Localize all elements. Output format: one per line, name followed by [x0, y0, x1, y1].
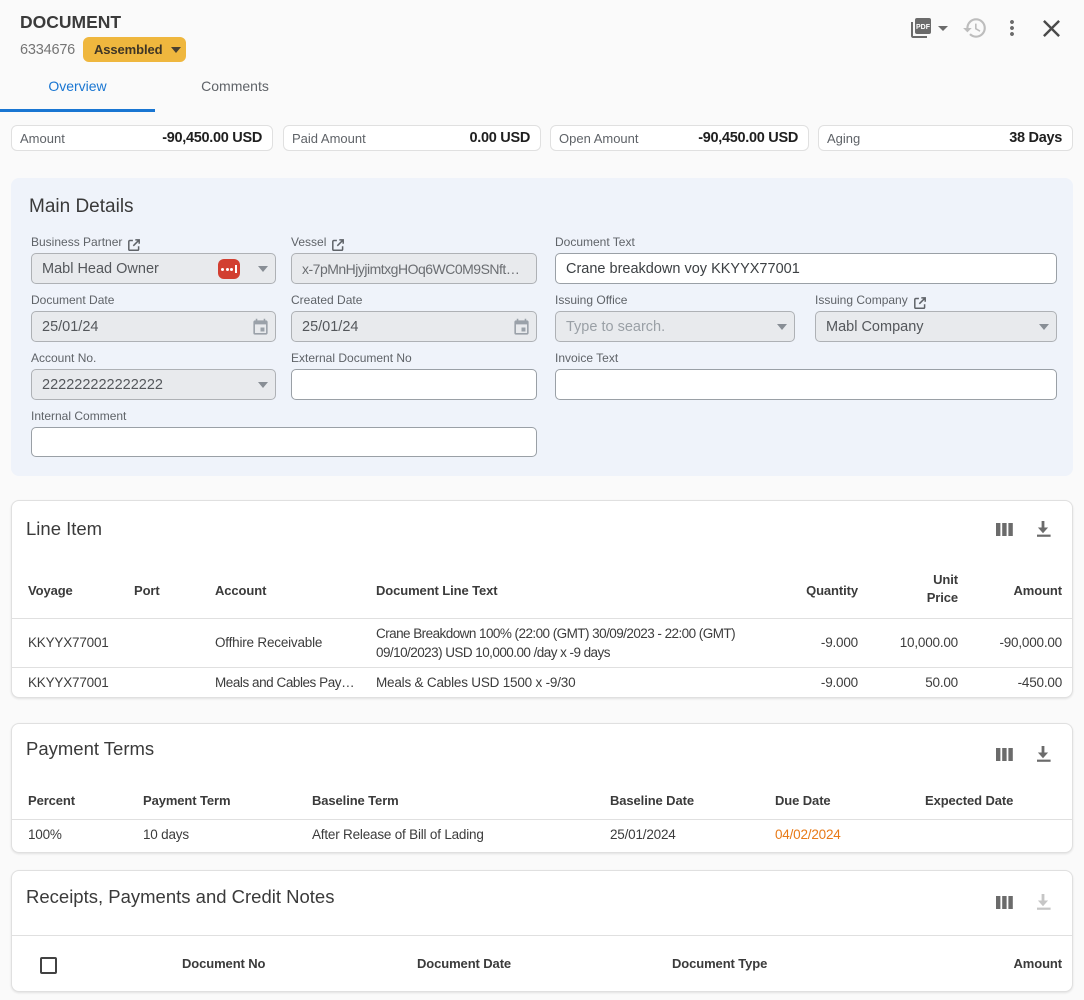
svg-text:PDF: PDF — [916, 24, 931, 31]
